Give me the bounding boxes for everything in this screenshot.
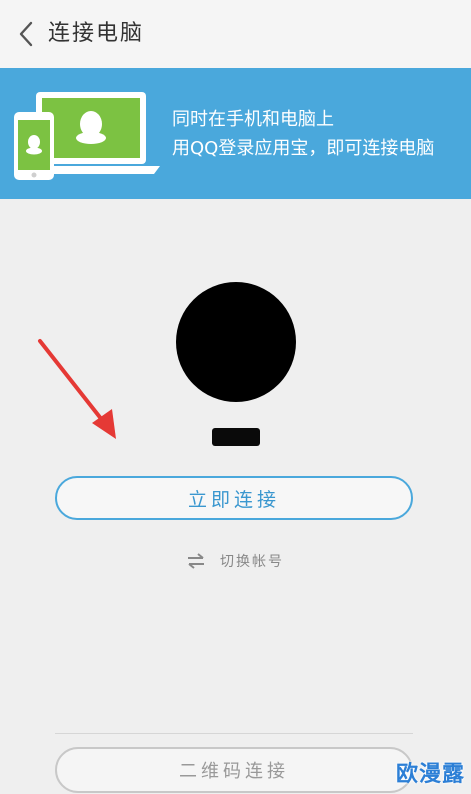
watermark: 欧漫露: [395, 762, 465, 787]
back-chevron-icon: [19, 21, 33, 47]
back-button[interactable]: [12, 20, 40, 48]
red-arrow-annotation: [38, 339, 116, 439]
top-bar: 连接电脑: [0, 0, 471, 69]
banner-line-1: 同时在手机和电脑上: [172, 109, 334, 130]
connect-now-label: 立即连接: [187, 488, 280, 511]
swap-arrows-icon: [188, 553, 204, 569]
qr-code-connect-button[interactable]: 二维码连接: [55, 747, 413, 793]
account-nickname: [212, 428, 260, 446]
page-title: 连接电脑: [48, 21, 145, 46]
switch-account-label: 切换帐号: [220, 554, 284, 570]
avatar: [176, 282, 296, 402]
divider: [55, 733, 413, 734]
qq-phone-laptop-illustration: [14, 92, 160, 180]
banner-line-2: 用QQ登录应用宝，即可连接电脑: [172, 138, 435, 159]
switch-account-link[interactable]: 切换帐号: [186, 550, 284, 572]
qr-code-connect-label: 二维码连接: [179, 761, 289, 782]
connect-now-button[interactable]: 立即连接: [55, 476, 413, 520]
info-banner: 同时在手机和电脑上 用QQ登录应用宝，即可连接电脑: [0, 68, 471, 199]
